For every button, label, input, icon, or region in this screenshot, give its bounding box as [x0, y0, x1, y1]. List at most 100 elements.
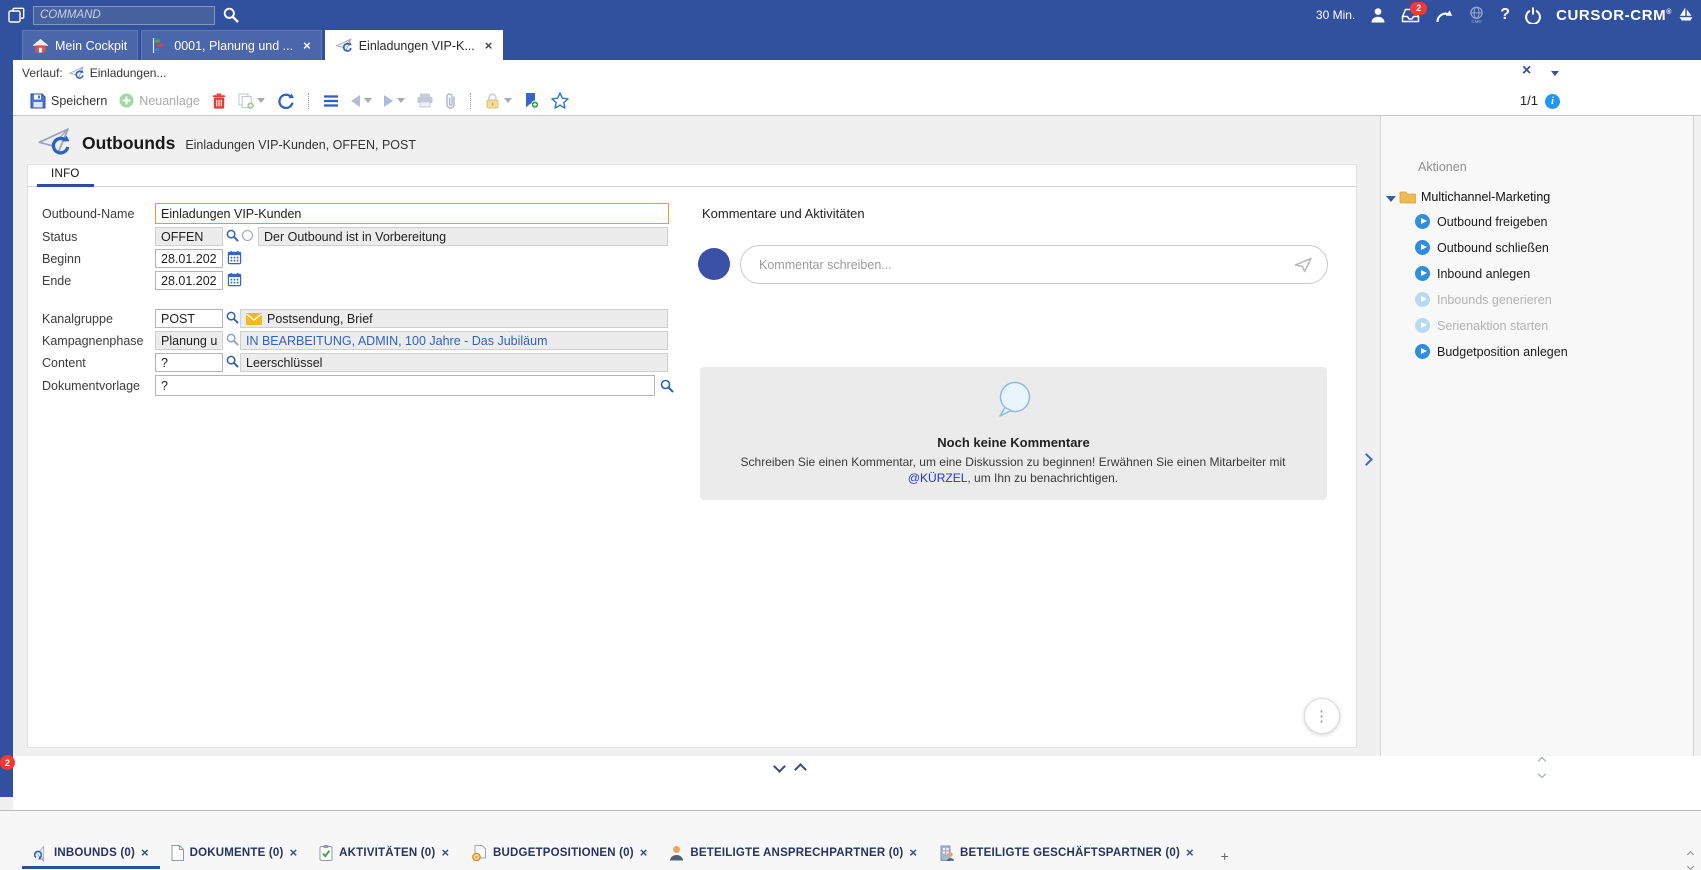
content-key-input[interactable]: [155, 353, 223, 372]
refresh-button[interactable]: [277, 92, 294, 109]
mention-link[interactable]: @KÜRZEL: [908, 471, 968, 485]
tab-info[interactable]: INFO: [37, 164, 94, 187]
comments-title: Kommentare und Aktivitäten: [702, 206, 865, 221]
app-window: 30 Min. 2 CMD ? CURSOR-CRM®: [0, 0, 1701, 870]
verlauf-entry[interactable]: Einladungen...: [90, 66, 167, 80]
collapse-up-chevron[interactable]: [796, 761, 805, 779]
power-icon[interactable]: [1525, 7, 1541, 24]
play-icon[interactable]: [1415, 266, 1430, 281]
bottom-tab-budgetpositionen[interactable]: BUDGETPOSITIONEN (0): [460, 839, 658, 869]
action-outbound-freigeben[interactable]: Outbound freigeben: [1437, 215, 1548, 229]
globe-cmd-icon[interactable]: CMD: [1468, 6, 1485, 24]
copy-button: [238, 93, 265, 109]
status-key-field: OFFEN: [155, 227, 223, 246]
close-record-icon[interactable]: [1522, 62, 1531, 80]
help-icon[interactable]: ?: [1500, 6, 1510, 24]
field-label-beginn: Beginn: [42, 252, 81, 266]
dokumentvorlage-input[interactable]: [155, 375, 655, 396]
action-budgetposition-anlegen[interactable]: Budgetposition anlegen: [1437, 345, 1568, 359]
tab-mein-cockpit[interactable]: Mein Cockpit: [22, 30, 138, 60]
calendar-icon[interactable]: [227, 250, 242, 270]
entity-title: Outbounds: [82, 133, 175, 154]
close-icon[interactable]: [441, 844, 449, 862]
action-group-multichannel[interactable]: Multichannel-Marketing: [1421, 190, 1550, 204]
menu-button[interactable]: [323, 94, 339, 108]
status-desc-field: Der Outbound ist in Vorbereitung: [258, 227, 668, 246]
kanalgruppe-key-input[interactable]: [155, 309, 223, 328]
bottom-tab-geschaeftspartner[interactable]: BETEILIGTE GESCHÄFTSPARTNER (0): [928, 839, 1205, 869]
record-subtitle: Einladungen VIP-Kunden, OFFEN, POST: [185, 138, 416, 152]
tree-collapse-caret[interactable]: [1386, 196, 1396, 202]
tab-einladungen-active[interactable]: Einladungen VIP-K...: [325, 30, 504, 60]
play-icon-disabled: [1415, 292, 1430, 307]
search-icon[interactable]: [226, 355, 239, 373]
session-timer: 30 Min.: [1316, 8, 1355, 22]
save-button[interactable]: Speichern: [30, 93, 107, 109]
collapse-down-chevron[interactable]: [775, 758, 784, 776]
send-icon[interactable]: [1294, 257, 1313, 273]
close-icon[interactable]: [485, 39, 493, 52]
history-row: Verlauf: Einladungen...: [13, 60, 1701, 86]
comment-input[interactable]: [741, 258, 1294, 272]
redo-icon[interactable]: [1435, 8, 1453, 23]
lock-caret[interactable]: [504, 98, 512, 103]
prev-caret: [364, 98, 372, 103]
search-icon[interactable]: [223, 7, 239, 23]
bottom-collapse-band: [13, 756, 1701, 810]
record-menu-caret[interactable]: [1551, 71, 1559, 76]
contact-person-icon: [669, 845, 684, 861]
content-desc-field: Leerschlüssel: [240, 353, 668, 372]
delete-button[interactable]: [212, 93, 226, 109]
ende-date-input[interactable]: [155, 271, 223, 290]
bottom-tab-dokumente[interactable]: DOKUMENTE (0): [160, 839, 309, 869]
windows-stack-icon[interactable]: [8, 7, 25, 24]
more-options-button[interactable]: [1304, 698, 1340, 734]
calendar-icon[interactable]: [227, 272, 242, 292]
sidebar-scrollbar[interactable]: [1693, 116, 1701, 810]
notification-badge: 2: [1410, 2, 1427, 15]
kanalgruppe-desc-field: Postsendung, Brief: [240, 309, 668, 328]
play-icon[interactable]: [1415, 240, 1430, 255]
command-input[interactable]: [33, 6, 215, 25]
sailboat-icon: [1679, 7, 1693, 23]
favorite-star-button[interactable]: [551, 92, 569, 109]
close-icon[interactable]: [303, 39, 311, 52]
record-header: Outbounds Einladungen VIP-Kunden, OFFEN,…: [36, 127, 416, 159]
corner-scroll-down[interactable]: [1688, 856, 1693, 870]
collapsed-nav-strip[interactable]: [0, 30, 13, 797]
close-icon[interactable]: [640, 844, 648, 862]
play-icon[interactable]: [1415, 344, 1430, 359]
search-icon[interactable]: [226, 311, 239, 329]
sidebar-expand-chevron[interactable]: [1362, 451, 1371, 469]
search-icon[interactable]: [660, 379, 674, 398]
bookmark-add-button[interactable]: [524, 92, 539, 109]
action-inbounds-generieren: Inbounds generieren: [1437, 293, 1552, 307]
user-icon[interactable]: [1370, 7, 1386, 23]
bottom-tab-ansprechpartner[interactable]: BETEILIGTE ANSPRECHPARTNER (0): [658, 839, 928, 869]
action-inbound-anlegen[interactable]: Inbound anlegen: [1437, 267, 1530, 281]
comments-empty-state: Noch keine Kommentare Schreiben Sie eine…: [700, 367, 1327, 500]
search-icon[interactable]: [226, 333, 239, 351]
inbox-tray-icon[interactable]: 2: [1401, 8, 1420, 23]
close-icon[interactable]: [290, 844, 298, 862]
beginn-date-input[interactable]: [155, 249, 223, 268]
close-icon[interactable]: [909, 844, 917, 862]
field-label-outbound-name: Outbound-Name: [42, 207, 134, 221]
tab-label: Mein Cockpit: [55, 39, 127, 53]
lock-button[interactable]: [485, 92, 512, 109]
close-icon[interactable]: [141, 844, 149, 862]
action-outbound-schliessen[interactable]: Outbound schließen: [1437, 241, 1549, 255]
copy-caret: [257, 98, 265, 103]
play-icon[interactable]: [1415, 214, 1430, 229]
bottom-tab-inbounds[interactable]: INBOUNDS (0): [22, 839, 160, 869]
outbound-name-input[interactable]: [155, 203, 669, 224]
bottom-tab-aktivitaeten[interactable]: AKTIVITÄTEN (0): [308, 839, 460, 869]
next-caret: [397, 98, 405, 103]
search-icon[interactable]: [226, 229, 239, 247]
tab-kampagne[interactable]: 0001, Planung und ...: [141, 30, 321, 60]
add-tab-button[interactable]: +: [1205, 842, 1245, 869]
scroll-down-chevron[interactable]: [1539, 764, 1545, 782]
close-icon[interactable]: [1186, 844, 1194, 862]
info-icon[interactable]: [1545, 94, 1560, 109]
kampagne-link[interactable]: IN BEARBEITUNG, ADMIN, 100 Jahre - Das J…: [246, 334, 547, 348]
